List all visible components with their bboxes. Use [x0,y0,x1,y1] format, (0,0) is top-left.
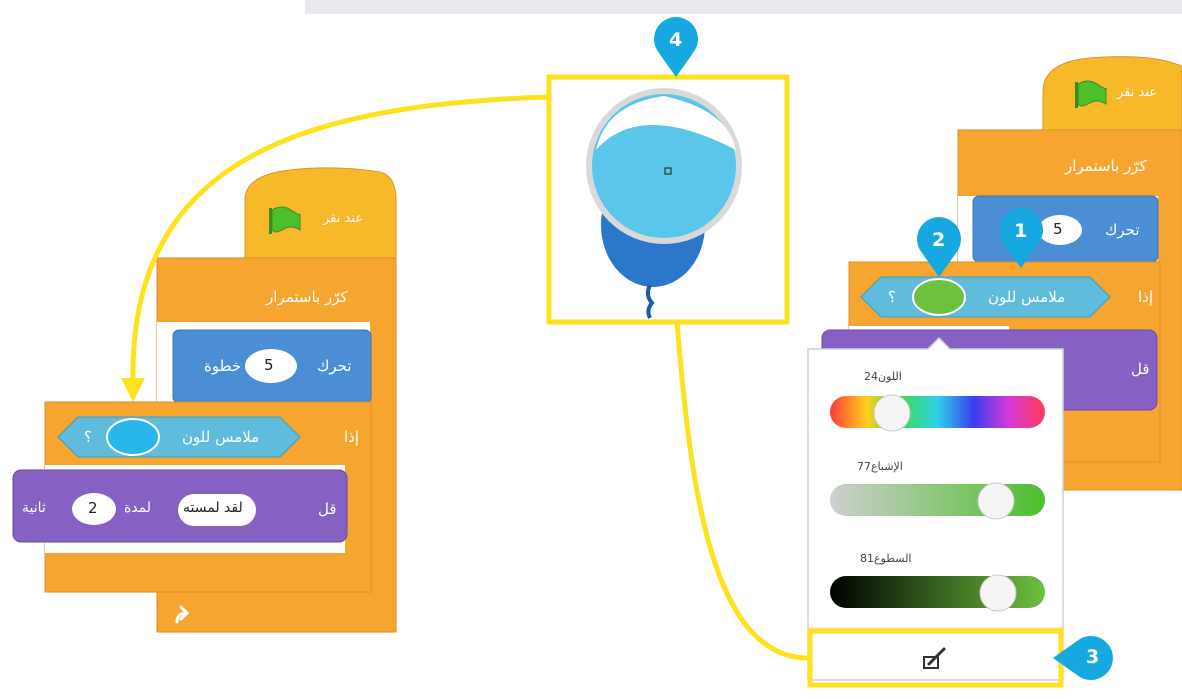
left-touching-label: ملامس للون [182,428,260,446]
marker-3-number: 3 [1086,646,1100,668]
saturation-slider-label: الإشباع77 [857,460,903,473]
brightness-slider-handle[interactable] [979,574,1017,612]
left-say-for-label: لمدة [124,500,152,516]
left-if-label: إذا [344,428,360,446]
left-say-label: قل [318,500,337,518]
connector-balloon-to-eyedropper [674,321,811,661]
left-say-seconds: 2 [88,499,98,517]
hue-slider-track[interactable] [830,396,1045,428]
right-touching-qmark: ؟ [888,288,896,306]
right-say-label: قل [1131,360,1150,378]
right-move-steps-value: 5 [1053,220,1063,238]
left-touching-qmark: ؟ [84,428,92,446]
connector-arrowhead [121,378,145,402]
right-touching-color-block[interactable] [860,276,1111,318]
left-color-swatch[interactable] [106,418,160,456]
left-when-flag-label: عند نقر [323,211,364,226]
right-touching-label: ملامس للون [988,288,1066,306]
left-move-label: تحرك [317,357,352,375]
brightness-slider-label: السطوع81 [860,552,912,565]
left-touching-color-block[interactable] [57,416,301,458]
left-forever-label: كرّر باستمرار [266,288,348,306]
left-script [12,167,397,633]
saturation-slider-handle[interactable] [977,482,1015,520]
right-if-label: إذا [1138,288,1154,306]
balloon-sprite-panel [549,77,787,322]
left-say-message: لقد لمسته [183,500,243,516]
right-move-label: تحرك [1105,221,1140,239]
hue-slider-handle[interactable] [873,394,911,432]
left-move-steps-value: 5 [264,356,274,374]
color-slider-label: اللون24 [864,370,902,383]
left-when-flag-block[interactable] [244,167,397,259]
right-when-flag-label: عند نقر [1117,85,1158,100]
diagram-canvas [12,17,1182,688]
right-when-flag-block[interactable] [1042,56,1182,131]
marker-2-number: 2 [932,229,946,251]
right-color-swatch[interactable] [912,278,966,316]
right-forever-label: كرّر باستمرار [1065,157,1147,175]
marker-4-number: 4 [669,29,683,51]
marker-1-number: 1 [1014,220,1028,242]
left-say-unit: ثانية [22,500,46,516]
left-move-unit: خطوة [204,357,242,375]
